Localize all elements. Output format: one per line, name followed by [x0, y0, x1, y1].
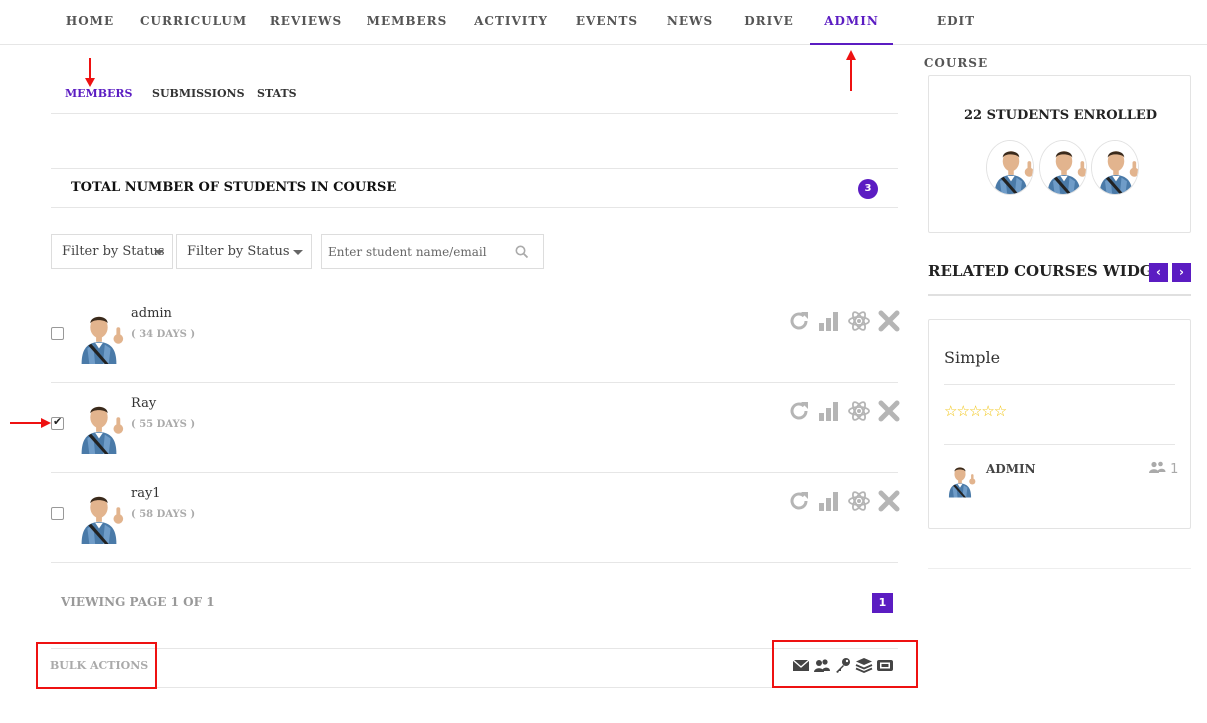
annotation-box-bulk-icons	[772, 640, 918, 688]
tab-drive[interactable]: DRIVE	[740, 0, 798, 45]
student-name[interactable]: Ray	[131, 396, 156, 411]
student-row: admin ( 34 DAYS )	[51, 293, 901, 383]
status-filter-select-1[interactable]: Filter by Status	[51, 234, 173, 269]
student-days: ( 34 DAYS )	[131, 329, 196, 340]
course-students-count: 1	[1149, 461, 1178, 477]
annotation-arrow-right	[10, 418, 51, 428]
tab-curriculum[interactable]: CURRICULUM	[140, 0, 246, 45]
caret-down-icon	[293, 250, 303, 255]
annotation-box-bulk-label	[36, 642, 157, 689]
student-search-input[interactable]	[328, 241, 508, 263]
student-name[interactable]: ray1	[131, 486, 161, 501]
status-filter-2-value: Filter by Status	[187, 244, 290, 259]
stats-icon[interactable]	[817, 489, 841, 513]
tab-news[interactable]: NEWS	[664, 0, 716, 45]
remove-icon[interactable]	[877, 309, 901, 333]
tab-admin[interactable]: ADMIN	[810, 0, 893, 45]
reset-icon[interactable]	[787, 489, 811, 513]
student-actions	[787, 489, 901, 513]
subtab-stats[interactable]: STATS	[257, 87, 297, 100]
enrolled-avatar[interactable]	[1091, 140, 1139, 195]
related-courses-title: RELATED COURSES WIDGET	[928, 262, 1158, 280]
students-total-title: TOTAL NUMBER OF STUDENTS IN COURSE	[71, 180, 397, 195]
widget-divider	[928, 294, 1191, 296]
student-row: ray1 ( 58 DAYS )	[51, 473, 901, 563]
students-count-badge: 3	[858, 179, 878, 199]
tab-events[interactable]: EVENTS	[574, 0, 640, 45]
student-actions	[787, 399, 901, 423]
student-search	[321, 234, 544, 269]
atom-icon[interactable]	[847, 309, 871, 333]
tab-edit-course[interactable]: EDIT COURSE	[903, 0, 1009, 70]
stats-icon[interactable]	[817, 399, 841, 423]
bulk-actions-bar	[51, 648, 898, 688]
student-avatar[interactable]	[73, 486, 125, 544]
student-checkbox[interactable]	[51, 507, 64, 520]
tab-activity[interactable]: ACTIVITY	[470, 0, 552, 45]
atom-icon[interactable]	[847, 489, 871, 513]
subtab-submissions[interactable]: SUBMISSIONS	[152, 87, 245, 100]
tab-home[interactable]: HOME	[51, 0, 129, 45]
page-button-1[interactable]: 1	[872, 593, 893, 613]
student-actions	[787, 309, 901, 333]
subtab-members[interactable]: MEMBERS	[65, 87, 133, 100]
related-course-card: Simple ☆☆☆☆☆ ADMIN 1	[928, 319, 1191, 529]
students-total-header: TOTAL NUMBER OF STUDENTS IN COURSE 3	[51, 168, 898, 208]
status-filter-select-2[interactable]: Filter by Status	[176, 234, 312, 269]
reset-icon[interactable]	[787, 309, 811, 333]
student-days: ( 55 DAYS )	[131, 419, 196, 430]
card-divider	[944, 384, 1175, 385]
course-students-count-value: 1	[1170, 462, 1179, 477]
remove-icon[interactable]	[877, 489, 901, 513]
student-avatar[interactable]	[73, 396, 125, 454]
tab-reviews[interactable]: REVIEWS	[268, 0, 344, 45]
course-nav: HOME CURRICULUM REVIEWS MEMBERS ACTIVITY…	[0, 0, 1207, 70]
card-divider	[944, 444, 1175, 445]
atom-icon[interactable]	[847, 399, 871, 423]
student-name[interactable]: admin	[131, 306, 172, 321]
search-icon[interactable]	[515, 245, 529, 259]
annotation-arrow-up	[846, 50, 856, 91]
student-row: Ray ( 55 DAYS )	[51, 383, 901, 473]
annotation-arrow-down	[85, 58, 95, 87]
admin-subnav: MEMBERS SUBMISSIONS STATS	[51, 78, 898, 114]
course-rating-stars: ☆☆☆☆☆	[944, 402, 1007, 420]
carousel-prev-button[interactable]: ‹	[1149, 263, 1168, 282]
remove-icon[interactable]	[877, 399, 901, 423]
students-enrolled-title: 22 STUDENTS ENROLLED	[963, 108, 1158, 123]
student-avatar[interactable]	[73, 306, 125, 364]
enrolled-avatar[interactable]	[986, 140, 1034, 195]
enrolled-avatar[interactable]	[1039, 140, 1087, 195]
students-enrolled-widget: 22 STUDENTS ENROLLED	[928, 75, 1191, 233]
student-checkbox[interactable]	[51, 415, 64, 430]
carousel-next-button[interactable]: ›	[1172, 263, 1191, 282]
users-icon	[1149, 461, 1166, 473]
instructor-avatar[interactable]	[944, 459, 976, 499]
student-checkbox[interactable]	[51, 327, 64, 340]
pagination-info: VIEWING PAGE 1 OF 1	[61, 595, 215, 609]
student-days: ( 58 DAYS )	[131, 509, 196, 520]
tab-members[interactable]: MEMBERS	[366, 0, 448, 45]
course-title[interactable]: Simple	[944, 348, 1000, 367]
instructor-name[interactable]: ADMIN	[986, 462, 1036, 476]
sidebar-divider	[928, 568, 1191, 569]
stats-icon[interactable]	[817, 309, 841, 333]
status-filter-1-value: Filter by Status	[62, 244, 165, 259]
caret-down-icon	[154, 250, 164, 255]
reset-icon[interactable]	[787, 399, 811, 423]
